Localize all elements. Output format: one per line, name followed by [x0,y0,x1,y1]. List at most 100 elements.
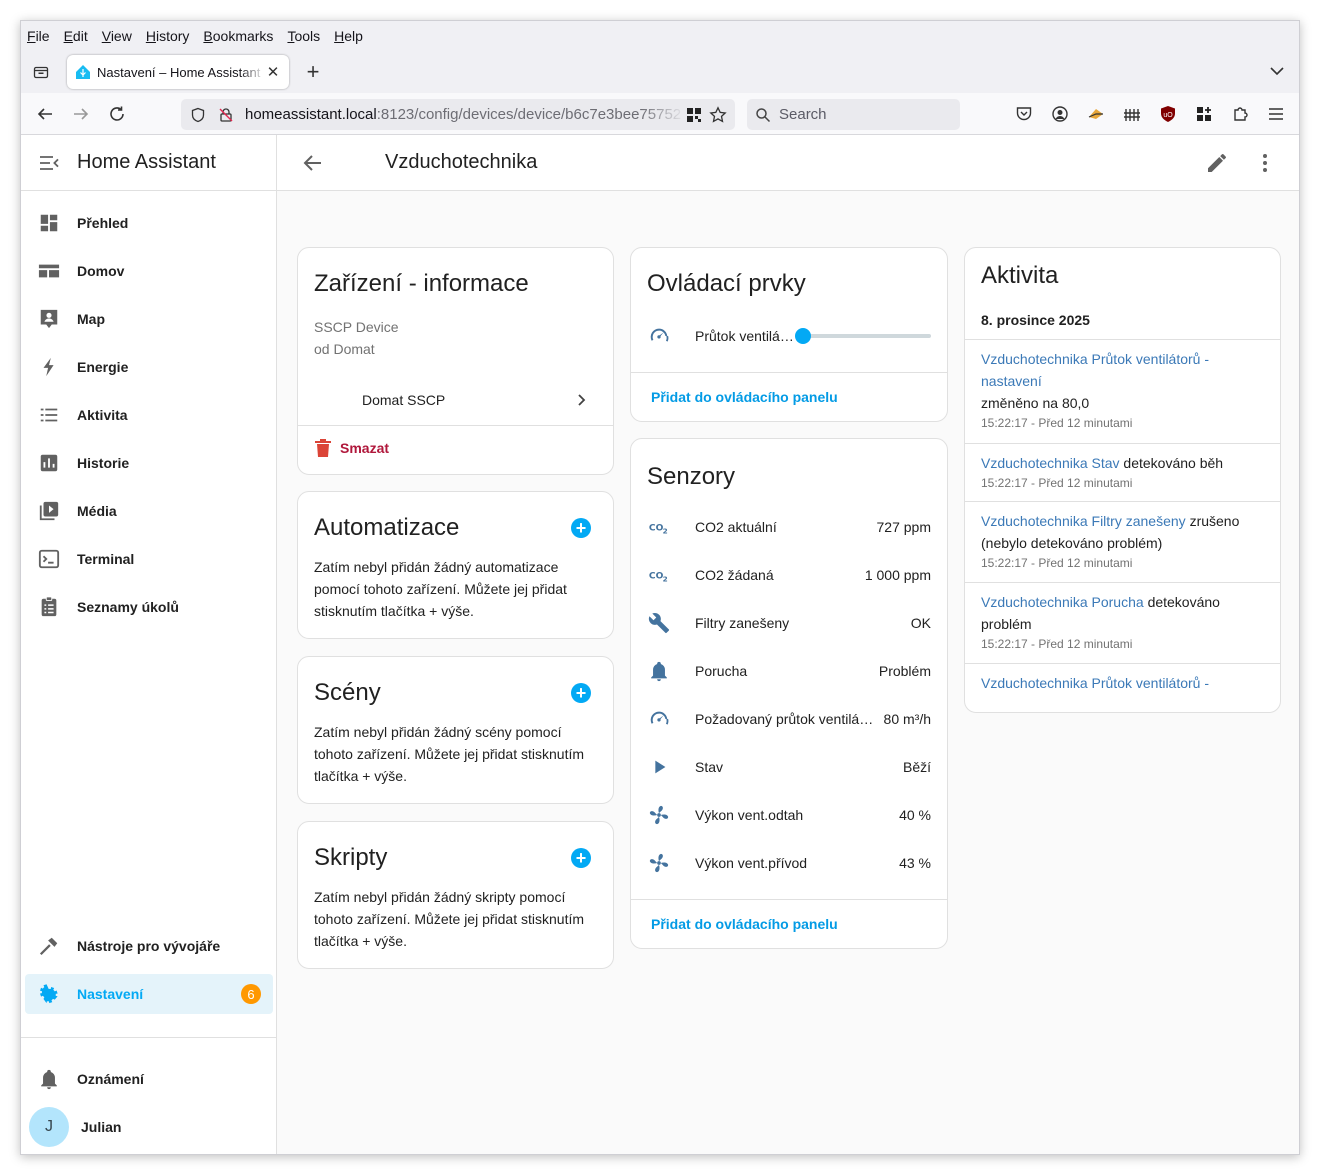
sensor-name: Porucha [695,663,748,679]
add-automation-icon[interactable]: + [571,518,591,538]
browser-toolbar-icons: uO [999,103,1287,125]
insecure-lock-icon[interactable] [217,106,235,124]
menu-history[interactable]: History [146,28,190,44]
sidebar-divider [21,1037,276,1038]
activity-card: Aktivita 8. prosince 2025 Vzduchotechnik… [964,247,1281,713]
activity-divider [965,582,1280,583]
sidebar-item-media[interactable]: Média [25,491,273,531]
account-icon[interactable] [1049,103,1071,125]
menu-edit[interactable]: Edit [64,28,88,44]
sidebar-item-prehled[interactable]: Přehled [25,203,273,243]
sensor-row[interactable]: Stav Běží [647,755,931,779]
scenes-title: Scény [314,679,381,706]
menu-file[interactable]: File [27,28,50,44]
qr-code-icon[interactable] [685,106,703,124]
card-divider [631,372,947,373]
url-bar[interactable]: homeassistant.local:8123/config/devices/… [181,99,735,130]
console-icon [37,547,61,571]
svg-text:2: 2 [663,526,668,535]
extension-fox-icon[interactable] [1085,103,1107,125]
sidebar-item-notifications[interactable]: Oznámení [25,1059,273,1099]
fence-extension-icon[interactable] [1121,103,1143,125]
menu-tools[interactable]: Tools [287,28,320,44]
sensor-row[interactable]: CO 2 CO2 žádaná 1 000 ppm [647,563,931,587]
search-input[interactable]: Search [747,99,960,130]
sensor-value: 1 000 ppm [864,567,931,583]
menu-bar: File Edit View History Bookmarks Tools H… [21,21,1299,51]
sensor-row[interactable]: CO 2 CO2 aktuální 727 ppm [647,515,931,539]
chevron-down-icon[interactable] [1267,61,1287,81]
pocket-icon[interactable] [1013,103,1035,125]
automations-title: Automatizace [314,514,460,541]
device-info-card: Zařízení - informace SSCP Device od Doma… [297,247,614,475]
scenes-empty-text: Zatím nebyl přidán žádný scény pomocí to… [314,724,585,784]
delete-device-button[interactable]: Smazat [314,438,389,458]
co2-icon: CO 2 [647,515,671,539]
sensor-row[interactable]: Výkon vent.odtah 40 % [647,803,931,827]
activity-entity-link[interactable]: Vzduchotechnika Porucha [981,594,1144,610]
sensor-name: CO2 aktuální [695,519,777,535]
activity-entry: Vzduchotechnika Filtry zanešeny zrušeno … [981,510,1264,572]
activity-entity-link[interactable]: Vzduchotechnika Filtry zanešeny [981,513,1186,529]
menu-view[interactable]: View [102,28,132,44]
forward-arrow-icon[interactable] [69,102,93,126]
sidebar-item-user[interactable]: J Julian [25,1107,273,1147]
menu-open-icon[interactable] [37,151,61,175]
home-assistant-favicon-icon [76,65,90,79]
control-row-fan-flow: Průtok ventilá… [647,324,931,348]
browser-window: File Edit View History Bookmarks Tools H… [20,20,1300,1155]
add-scene-icon[interactable]: + [571,683,591,703]
fan-flow-slider[interactable] [795,324,931,348]
sidebar-item-todo[interactable]: Seznamy úkolů [25,587,273,627]
sensor-row[interactable]: Filtry zanešeny OK [647,611,931,635]
sidebar-item-terminal[interactable]: Terminal [25,539,273,579]
pencil-icon[interactable] [1205,151,1229,175]
sidebar-item-dev-tools[interactable]: Nástroje pro vývojáře [25,926,273,966]
sidebar-item-map[interactable]: Map [25,299,273,339]
hammer-icon [37,934,61,958]
puzzle-extensions-icon[interactable] [1229,103,1251,125]
activity-divider [965,443,1280,444]
co2-icon: CO 2 [647,563,671,587]
add-script-icon[interactable]: + [571,848,591,868]
activity-entity-link[interactable]: Vzduchotechnika Průtok ventilátorů - nas… [981,351,1209,389]
bookmark-star-icon[interactable] [709,105,727,124]
menu-help[interactable]: Help [334,28,363,44]
tab-close-icon[interactable]: ✕ [265,63,281,81]
active-tab[interactable]: Nastavení – Home Assistant ✕ [67,55,289,89]
activity-title: Aktivita [981,262,1059,289]
new-tab-icon[interactable]: + [301,59,325,85]
activity-entity-link[interactable]: Vzduchotechnika Stav [981,455,1120,471]
add-to-dashboard-button[interactable]: Přidat do ovládacího panelu [651,389,838,405]
hamburger-menu-icon[interactable] [1265,103,1287,125]
back-arrow-icon[interactable] [301,151,325,175]
activity-time: 15:22:17 - Před 12 minutami [981,637,1133,651]
activity-action: změněno na 80,0 [981,395,1090,411]
sidebar-item-domov[interactable]: Domov [25,251,273,291]
shield-icon[interactable] [189,106,207,124]
reload-icon[interactable] [105,102,129,126]
back-arrow-icon[interactable] [33,102,57,126]
tab-overview-icon[interactable] [29,60,53,84]
sensor-row[interactable]: Požadovaný průtok ventilá… 80 m³/h [647,707,931,731]
activity-date: 8. prosince 2025 [981,312,1090,328]
url-text[interactable]: homeassistant.local:8123/config/devices/… [245,106,685,123]
activity-entry: Vzduchotechnika Průtok ventilátorů - nas… [981,348,1264,432]
sensor-row[interactable]: Výkon vent.přívod 43 % [647,851,931,875]
nav-bar: homeassistant.local:8123/config/devices/… [21,93,1299,135]
sidebar-item-energie[interactable]: Energie [25,347,273,387]
sidebar-item-historie[interactable]: Historie [25,443,273,483]
scripts-title: Skripty [314,844,388,871]
dots-vertical-icon[interactable] [1253,151,1277,175]
sensor-row[interactable]: Porucha Problém [647,659,931,683]
extensions-grid-icon[interactable] [1193,103,1215,125]
ublock-icon[interactable]: uO [1157,103,1179,125]
sidebar-item-settings[interactable]: Nastavení 6 [25,974,273,1014]
slider-handle[interactable] [795,328,811,344]
menu-bookmarks[interactable]: Bookmarks [203,28,273,44]
activity-entity-link[interactable]: Vzduchotechnika Průtok ventilátorů - [981,675,1209,691]
avatar: J [29,1107,69,1147]
add-to-dashboard-button[interactable]: Přidat do ovládacího panelu [651,916,838,932]
sidebar-item-aktivita[interactable]: Aktivita [25,395,273,435]
integration-link[interactable]: Domat SSCP [298,378,613,422]
